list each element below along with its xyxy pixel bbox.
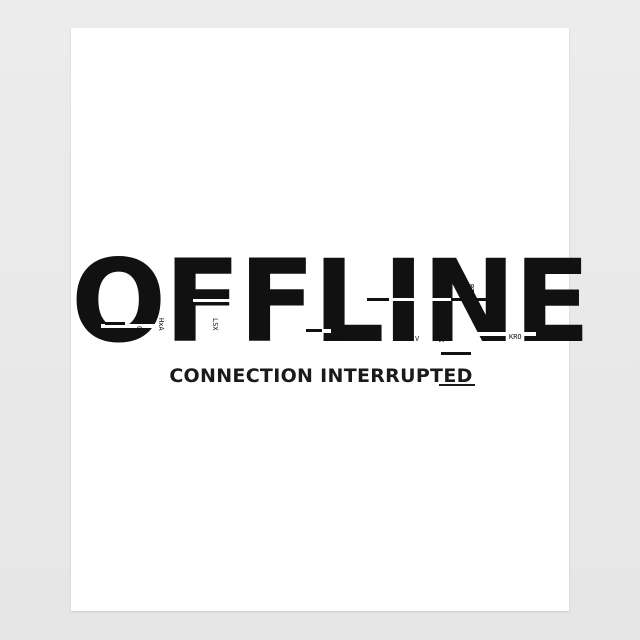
glitch-fragment: V — [415, 335, 420, 343]
glitch-fragment: OC — [135, 326, 143, 335]
glitch-fragment: HxA — [157, 318, 165, 331]
glitch-slice — [466, 332, 536, 336]
subtitle-text: CONNECTION INTERRUPTED — [169, 365, 473, 387]
glitch-slice — [189, 299, 249, 302]
glitch-fragment: X — [333, 335, 338, 343]
glitch-fragment: LSX — [253, 320, 261, 333]
glitch-slice — [271, 329, 331, 333]
glitch-fragment: LSX — [211, 318, 219, 331]
subtitle-text-wrap: CONNECTION INTERRUPTED — [167, 365, 475, 387]
glitch-fragment: EX — [437, 334, 445, 343]
glitch-bar — [367, 298, 389, 301]
glitch-fragment: bHE — [181, 310, 189, 323]
art-print: OFFLINE OC HxA bHE LSX LSX X RTYX V EX K… — [71, 28, 591, 611]
glitch-bar — [105, 322, 125, 325]
connection-interrupted-subtitle: CONNECTION INTERRUPTED — [71, 365, 569, 387]
offline-headline: OFFLINE — [71, 245, 591, 359]
subtitle-glitch-underline — [438, 384, 475, 386]
glitch-bar — [441, 352, 471, 355]
offline-headline-text: OFFLINE — [71, 235, 591, 369]
glitch-fragment: RTYX — [467, 284, 475, 301]
glitch-bar — [179, 299, 193, 302]
glitch-bar — [306, 329, 322, 332]
glitch-fragment: KRO — [509, 333, 522, 341]
